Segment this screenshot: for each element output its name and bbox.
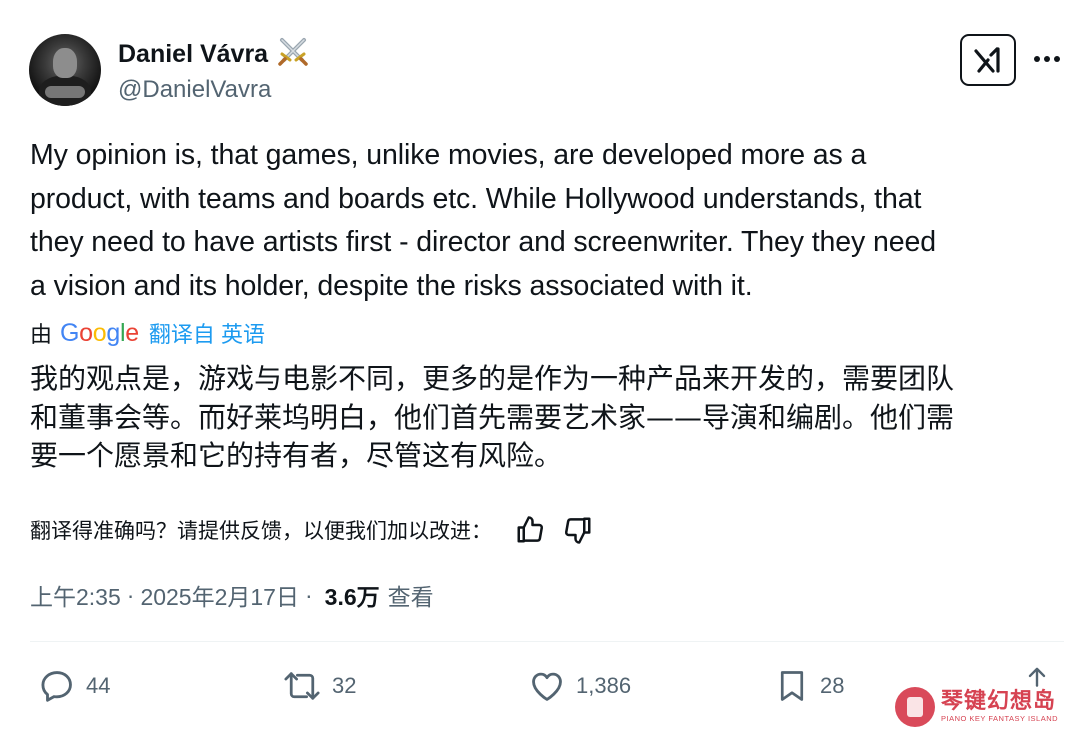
- heart-icon: [532, 672, 562, 701]
- author-name-text: Daniel Vávra: [118, 40, 269, 69]
- views-label: 查看: [387, 584, 434, 610]
- bookmark-icon: [780, 671, 804, 701]
- grok-icon: [974, 47, 1000, 73]
- meta-separator: ·: [126, 581, 135, 608]
- repost-button[interactable]: 32: [282, 664, 356, 708]
- divider: [30, 641, 1064, 642]
- bookmark-button[interactable]: 28: [774, 664, 844, 708]
- translated-text: 我的观点是，游戏与电影不同，更多的是作为一种产品来开发的，需要团队 和董事会等。…: [30, 360, 1070, 476]
- reply-button[interactable]: 44: [38, 664, 110, 708]
- views-count: 3.6万: [324, 584, 380, 610]
- tweet-line: My opinion is, that games, unlike movies…: [30, 139, 867, 171]
- tweet-date[interactable]: 2025年2月17日: [140, 578, 299, 612]
- repost-icon: [284, 672, 320, 700]
- grok-button[interactable]: [960, 34, 1016, 86]
- like-button[interactable]: 1,386: [528, 664, 631, 708]
- more-dots-icon[interactable]: [1032, 44, 1062, 74]
- author-name[interactable]: Daniel Vávra: [118, 36, 310, 75]
- watermark-logo: [895, 687, 935, 727]
- reply-count: 44: [86, 673, 111, 698]
- tweet-line: product, with teams and boards etc. Whil…: [30, 182, 922, 215]
- tweet-time[interactable]: 上午2:35: [30, 578, 121, 612]
- translation-line: 和董事会等。而好莱坞明白，他们首先需要艺术家——导演和编剧。他们需: [30, 400, 955, 434]
- thumbs-down-icon[interactable]: [560, 512, 596, 548]
- watermark-subtext: PIANO KEY FANTASY ISLAND: [941, 714, 1059, 723]
- repost-count: 32: [332, 673, 357, 698]
- tweet-line: a vision and its holder, despite the ris…: [30, 269, 753, 302]
- thumbs-up-icon[interactable]: [512, 512, 548, 548]
- watermark-text: 琴键幻想岛: [941, 689, 1057, 714]
- translation-line: 要一个愿景和它的持有者，尽管这有风险。: [30, 439, 563, 472]
- translated-from-link[interactable]: 翻译自 英语: [149, 317, 265, 349]
- tweet-line: they need to have artists first - direct…: [30, 226, 937, 258]
- feedback-prompt: 翻译得准确吗？请提供反馈，以便我们加以改进：: [30, 519, 492, 543]
- translation-feedback: 翻译得准确吗？请提供反馈，以便我们加以改进：: [30, 512, 596, 548]
- watermark: 琴键幻想岛 PIANO KEY FANTASY ISLAND: [895, 682, 1075, 732]
- tweet-meta: 上午2:35 · 2025年2月17日 · 3.6万 查看: [30, 578, 434, 612]
- avatar[interactable]: [29, 34, 101, 106]
- translated-by-label: 由: [30, 322, 53, 347]
- translation-line: 我的观点是，游戏与电影不同，更多的是作为一种产品来开发的，需要团队: [30, 362, 955, 395]
- meta-separator: ·: [304, 581, 313, 608]
- google-logo: Google: [60, 318, 139, 347]
- bookmark-count: 28: [820, 673, 845, 698]
- crossed-swords-icon: [276, 36, 310, 75]
- like-count: 1,386: [576, 673, 632, 698]
- reply-icon: [41, 671, 72, 702]
- tweet-text: My opinion is, that games, unlike movies…: [30, 134, 1070, 308]
- translation-attribution: 由 Google 翻译自 英语: [30, 316, 265, 350]
- author-handle[interactable]: @DanielVavra: [118, 74, 271, 106]
